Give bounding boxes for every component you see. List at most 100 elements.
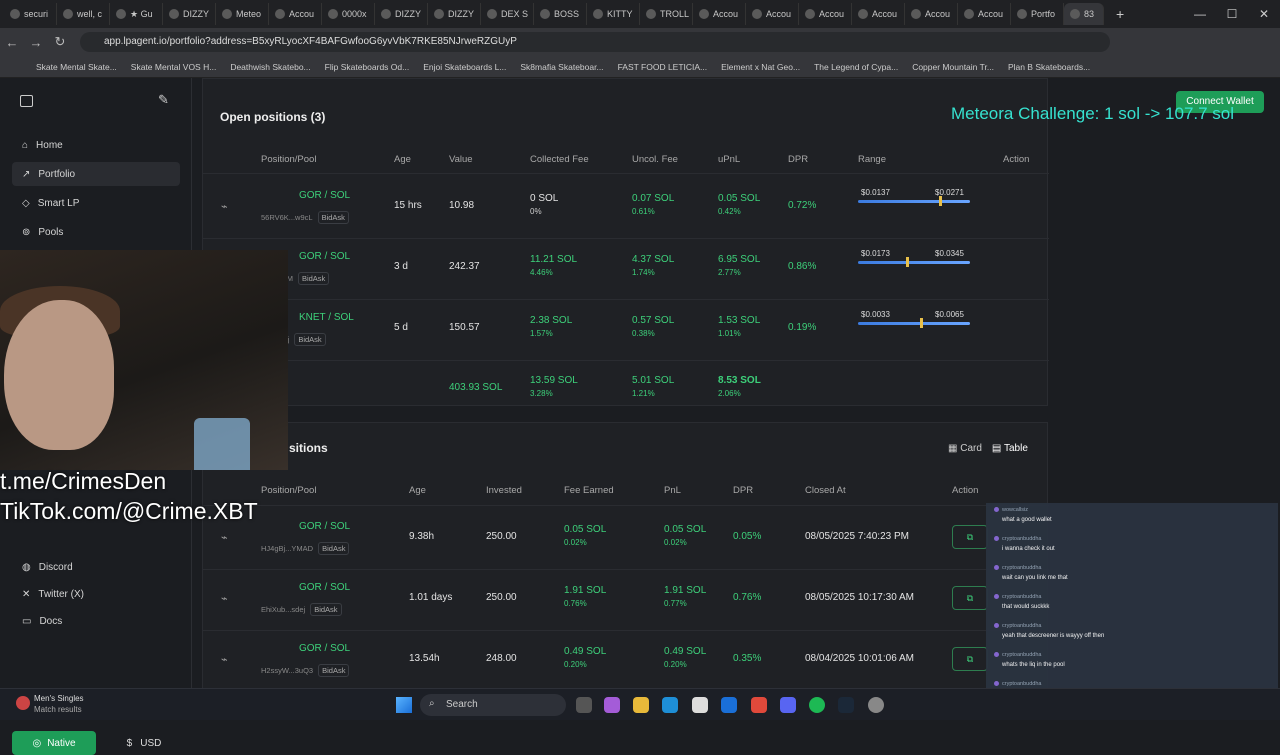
pool-pair[interactable]: GOR / SOL xyxy=(299,582,350,593)
bookmark-item[interactable]: Plan B Skateboards... xyxy=(1008,62,1090,72)
browser-tab[interactable]: KITTY xyxy=(587,3,640,25)
bookmark-item[interactable]: The Legend of Cypa... xyxy=(814,62,898,72)
pool-pair[interactable]: GOR / SOL xyxy=(299,521,350,532)
column-header[interactable]: DPR xyxy=(733,485,753,496)
bookmark-item[interactable]: FAST FOOD LETICIA... xyxy=(618,62,708,72)
browser-tab[interactable]: DEX S xyxy=(481,3,534,25)
browser-tab[interactable]: DIZZY xyxy=(428,3,481,25)
column-header[interactable]: Value xyxy=(449,154,473,165)
outlook-icon[interactable] xyxy=(721,697,737,713)
settings-icon[interactable] xyxy=(868,697,884,713)
browser-tab[interactable]: Accou xyxy=(958,3,1011,25)
column-header[interactable]: PnL xyxy=(664,485,681,496)
file-explorer-icon[interactable] xyxy=(633,697,649,713)
browser-tab[interactable]: ★ Gu xyxy=(110,3,163,25)
new-tab-icon[interactable]: + xyxy=(1116,6,1124,22)
sidebar-item-smart-lp[interactable]: ◇ Smart LP xyxy=(12,191,180,215)
bookmark-item[interactable]: Skate Mental VOS H... xyxy=(131,62,217,72)
browser-tab[interactable]: DIZZY xyxy=(375,3,428,25)
browser-tab[interactable]: securi xyxy=(4,3,57,25)
bookmark-item[interactable]: Flip Skateboards Od... xyxy=(325,62,410,72)
browser-tab[interactable]: Accou xyxy=(269,3,322,25)
reload-icon[interactable]: ↻ xyxy=(48,34,72,50)
taskbar-search[interactable]: Search xyxy=(420,694,566,716)
column-header[interactable]: Action xyxy=(1003,154,1029,165)
action-button[interactable]: ⧉ xyxy=(952,647,988,671)
browser-tab[interactable]: 83 xyxy=(1064,3,1104,25)
uncollected-fee-pct: 1.74% xyxy=(632,268,655,277)
column-header[interactable]: Collected Fee xyxy=(530,154,589,165)
column-header[interactable]: Position/Pool xyxy=(261,485,316,496)
close-window-icon[interactable]: ✕ xyxy=(1248,0,1280,28)
browser-tab[interactable]: Accou xyxy=(905,3,958,25)
browser-tab[interactable]: Accou xyxy=(746,3,799,25)
browser-tab[interactable]: TROLL xyxy=(640,3,693,25)
notification-icon[interactable] xyxy=(16,696,30,710)
pool-pair[interactable]: GOR / SOL xyxy=(299,251,350,262)
bookmark-item[interactable]: Element x Nat Geo... xyxy=(721,62,800,72)
bookmark-item[interactable]: Skate Mental Skate... xyxy=(36,62,117,72)
chart-icon[interactable]: ⌁ xyxy=(221,592,228,605)
steam-icon[interactable] xyxy=(838,697,854,713)
minimize-icon[interactable]: — xyxy=(1184,0,1216,28)
card-view-button[interactable]: ▦ Card xyxy=(948,443,982,454)
bookmark-item[interactable]: Deathwish Skatebo... xyxy=(230,62,310,72)
browser-tab[interactable]: well, c xyxy=(57,3,110,25)
browser-tab[interactable]: BOSS xyxy=(534,3,587,25)
sidebar-item-pools[interactable]: ⊚ Pools xyxy=(12,220,180,244)
pool-pair[interactable]: GOR / SOL xyxy=(299,190,350,201)
sidebar-item-discord[interactable]: ◍ Discord xyxy=(12,555,180,579)
task-view-icon[interactable] xyxy=(576,697,592,713)
edit-icon[interactable]: ✎ xyxy=(158,92,169,108)
native-toggle-button[interactable]: ◎ Native xyxy=(12,731,96,755)
store-icon[interactable] xyxy=(692,697,708,713)
maximize-icon[interactable]: ☐ xyxy=(1216,0,1248,28)
chrome-icon[interactable] xyxy=(751,697,767,713)
bookmark-item[interactable]: Copper Mountain Tr... xyxy=(912,62,994,72)
column-header[interactable]: Range xyxy=(858,154,886,165)
column-header[interactable]: Invested xyxy=(486,485,522,496)
column-header[interactable]: Age xyxy=(394,154,411,165)
column-header[interactable]: DPR xyxy=(788,154,808,165)
bookmark-item[interactable]: Enjoi Skateboards L... xyxy=(423,62,506,72)
start-icon[interactable] xyxy=(396,697,412,713)
column-header[interactable]: Age xyxy=(409,485,426,496)
browser-tab[interactable]: DIZZY xyxy=(163,3,216,25)
spotify-icon[interactable] xyxy=(809,697,825,713)
pool-pair[interactable]: GOR / SOL xyxy=(299,643,350,654)
browser-tab[interactable]: 0000x xyxy=(322,3,375,25)
column-header[interactable]: Uncol. Fee xyxy=(632,154,678,165)
browser-tab[interactable]: Portfo xyxy=(1011,3,1064,25)
action-button[interactable]: ⧉ xyxy=(952,525,988,549)
sidebar-item-twitter[interactable]: ✕ Twitter (X) xyxy=(12,582,180,606)
table-view-button[interactable]: ▤ Table xyxy=(992,443,1028,454)
copilot-icon[interactable] xyxy=(604,697,620,713)
browser-tab[interactable]: Accou xyxy=(852,3,905,25)
forward-icon[interactable]: → xyxy=(24,35,48,50)
pool-pair[interactable]: KNET / SOL xyxy=(299,312,354,323)
chart-icon[interactable]: ⌁ xyxy=(221,653,228,666)
column-header[interactable]: Action xyxy=(952,485,978,496)
back-icon[interactable]: ← xyxy=(0,35,24,50)
sidebar-item-home[interactable]: ⌂ Home xyxy=(12,133,180,157)
bookmark-item[interactable]: Sk8mafia Skateboar... xyxy=(520,62,603,72)
column-header[interactable]: Closed At xyxy=(805,485,846,496)
column-header[interactable]: Fee Earned xyxy=(564,485,614,496)
edge-icon[interactable] xyxy=(662,697,678,713)
usd-toggle-button[interactable]: $ USD xyxy=(104,731,184,755)
stream-overlay-tiktok: TikTok.com/@Crime.XBT xyxy=(0,498,258,524)
column-header[interactable]: Position/Pool xyxy=(261,154,316,165)
chart-icon[interactable]: ⌁ xyxy=(221,200,228,213)
sidebar-toggle-icon[interactable] xyxy=(20,95,33,107)
chat-message: cryptoanbuddha i wanna check it out xyxy=(992,534,1272,562)
action-button[interactable]: ⧉ xyxy=(952,586,988,610)
sidebar-item-portfolio[interactable]: ↗ Portfolio xyxy=(12,162,180,186)
sidebar-item-docs[interactable]: ▭ Docs xyxy=(12,609,180,633)
column-header[interactable]: uPnL xyxy=(718,154,740,165)
browser-tab[interactable]: Accou xyxy=(693,3,746,25)
browser-tab[interactable]: Accou xyxy=(799,3,852,25)
chart-icon[interactable]: ⌁ xyxy=(221,531,228,544)
url-field[interactable]: app.lpagent.io/portfolio?address=B5xyRLy… xyxy=(80,32,1110,52)
browser-tab[interactable]: Meteo xyxy=(216,3,269,25)
discord-icon[interactable] xyxy=(780,697,796,713)
